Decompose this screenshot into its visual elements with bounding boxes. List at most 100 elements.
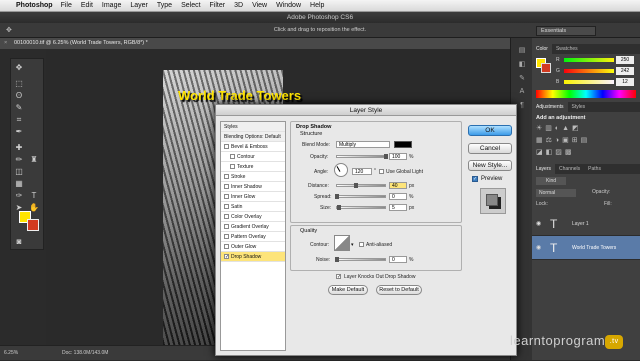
brush-panel-icon[interactable]: ✎	[517, 74, 527, 84]
blue-track[interactable]	[564, 80, 614, 84]
style-item[interactable]: Stroke	[221, 172, 285, 182]
make-default-button[interactable]: Make Default	[328, 285, 368, 295]
document-tab[interactable]: × 00100010.tif @ 6.25% (World Trade Towe…	[0, 38, 510, 49]
spread-slider[interactable]	[336, 195, 386, 198]
style-item[interactable]: Pattern Overlay	[221, 232, 285, 242]
size-field[interactable]: 5	[389, 204, 407, 211]
blending-options-item[interactable]: Blending Options: Default	[221, 132, 285, 142]
distance-field[interactable]: 40	[389, 182, 407, 189]
noise-field[interactable]: 0	[389, 256, 407, 263]
opacity-knob[interactable]	[384, 154, 388, 159]
style-checkbox[interactable]	[224, 174, 229, 179]
quick-mask-icon[interactable]: ◙	[14, 237, 24, 247]
spread-knob[interactable]	[335, 194, 339, 199]
style-checkbox[interactable]	[224, 204, 229, 209]
tab-styles[interactable]: Styles	[568, 102, 590, 112]
spectrum-bar[interactable]	[536, 90, 636, 98]
history-icon[interactable]: ▤	[517, 46, 527, 56]
menu-layer[interactable]: Layer	[130, 2, 148, 9]
menu-view[interactable]: View	[252, 2, 267, 9]
style-checkbox[interactable]	[224, 224, 229, 229]
blue-slider[interactable]: B 12	[556, 78, 640, 86]
noise-slider[interactable]	[336, 258, 386, 261]
red-value[interactable]: 250	[616, 56, 634, 64]
ok-button[interactable]: OK	[468, 125, 512, 136]
adjustment-icons-row2[interactable]: ▦⚖◑▣⊞▤	[536, 136, 590, 144]
blend-mode-dropdown[interactable]: Multiply	[336, 141, 390, 148]
adjustment-icons-row3[interactable]: ◪◧▨▩	[536, 148, 574, 156]
angle-dial[interactable]	[334, 163, 348, 177]
menu-select[interactable]: Select	[181, 2, 200, 9]
style-item[interactable]: Satin	[221, 202, 285, 212]
layer-name[interactable]: Layer 1	[572, 212, 589, 236]
quick-select-icon[interactable]: ✎	[14, 103, 24, 113]
size-knob[interactable]	[337, 205, 341, 210]
angle-field[interactable]: 120	[352, 168, 372, 175]
distance-slider[interactable]	[336, 184, 386, 187]
menu-help[interactable]: Help	[310, 2, 324, 9]
eraser-icon[interactable]: ◫	[14, 167, 24, 177]
background-color-swatch[interactable]	[27, 219, 39, 231]
type-tool-icon[interactable]: T	[29, 191, 39, 201]
marquee-tool-icon[interactable]: ⬚	[14, 79, 24, 89]
new-style-button[interactable]: New Style...	[468, 160, 512, 171]
layer-row-selected[interactable]: ◉ T World Trade Towers	[532, 236, 640, 260]
style-item[interactable]: Gradient Overlay	[221, 222, 285, 232]
move-tool-icon[interactable]: ✥	[14, 63, 24, 73]
blue-value[interactable]: 12	[616, 78, 634, 86]
paragraph-icon[interactable]: ¶	[517, 102, 527, 112]
anti-aliased-checkbox[interactable]	[359, 242, 364, 247]
reset-default-button[interactable]: Reset to Default	[376, 285, 422, 295]
menu-edit[interactable]: Edit	[81, 2, 93, 9]
tab-paths[interactable]: Paths	[584, 164, 605, 174]
pen-tool-icon[interactable]: ✑	[14, 191, 24, 201]
style-item[interactable]: Inner Shadow	[221, 182, 285, 192]
style-checkbox[interactable]	[224, 194, 229, 199]
layer-name[interactable]: World Trade Towers	[572, 236, 616, 260]
green-track[interactable]	[564, 69, 614, 73]
style-item[interactable]: Inner Glow	[221, 192, 285, 202]
clone-stamp-icon[interactable]: ♜	[29, 155, 39, 165]
layer-row[interactable]: ◉ T Layer 1	[532, 212, 640, 236]
character-icon[interactable]: A	[517, 88, 527, 98]
menu-filter[interactable]: Filter	[210, 2, 226, 9]
contour-dropdown-icon[interactable]: ▾	[351, 242, 354, 248]
red-slider[interactable]: R 250	[556, 56, 640, 64]
properties-icon[interactable]: ◧	[517, 60, 527, 70]
styles-header[interactable]: Styles	[221, 122, 285, 132]
style-checkbox[interactable]	[224, 184, 229, 189]
menu-app-name[interactable]: Photoshop	[16, 2, 53, 9]
opacity-slider[interactable]	[336, 155, 386, 158]
brush-tool-icon[interactable]: ✏	[14, 155, 24, 165]
menu-window[interactable]: Window	[276, 2, 301, 9]
red-track[interactable]	[564, 58, 614, 62]
tab-adjustments[interactable]: Adjustments	[532, 102, 568, 112]
style-item[interactable]: ✓ Drop Shadow	[221, 252, 285, 262]
adjustment-icons-row1[interactable]: ☀▥◐▲◩	[536, 124, 582, 132]
lasso-tool-icon[interactable]: ʘ	[14, 91, 24, 101]
color-bg-swatch[interactable]	[541, 63, 551, 73]
style-checkbox[interactable]	[224, 214, 229, 219]
spread-field[interactable]: 0	[389, 193, 407, 200]
distance-knob[interactable]	[354, 183, 358, 188]
menu-type[interactable]: Type	[157, 2, 172, 9]
green-value[interactable]: 242	[616, 67, 634, 75]
eye-icon[interactable]: ◉	[536, 236, 541, 260]
menu-image[interactable]: Image	[102, 2, 121, 9]
eyedropper-icon[interactable]: ✒	[14, 127, 24, 137]
cancel-button[interactable]: Cancel	[468, 143, 512, 154]
menu-3d[interactable]: 3D	[234, 2, 243, 9]
blend-mode-select[interactable]: Normal	[536, 189, 576, 197]
style-checkbox[interactable]	[230, 164, 235, 169]
global-light-checkbox[interactable]	[379, 169, 384, 174]
contour-preview[interactable]	[334, 235, 350, 251]
menu-file[interactable]: File	[61, 2, 72, 9]
style-checkbox[interactable]	[224, 244, 229, 249]
crop-tool-icon[interactable]: ⌗	[14, 115, 24, 125]
shadow-color-swatch[interactable]	[394, 141, 412, 148]
tab-color[interactable]: Color	[532, 44, 552, 54]
green-slider[interactable]: G 242	[556, 67, 640, 75]
style-checkbox[interactable]	[224, 234, 229, 239]
canvas-text-layer[interactable]: World Trade Towers	[178, 88, 301, 103]
filter-kind-select[interactable]: Kind	[536, 177, 566, 185]
